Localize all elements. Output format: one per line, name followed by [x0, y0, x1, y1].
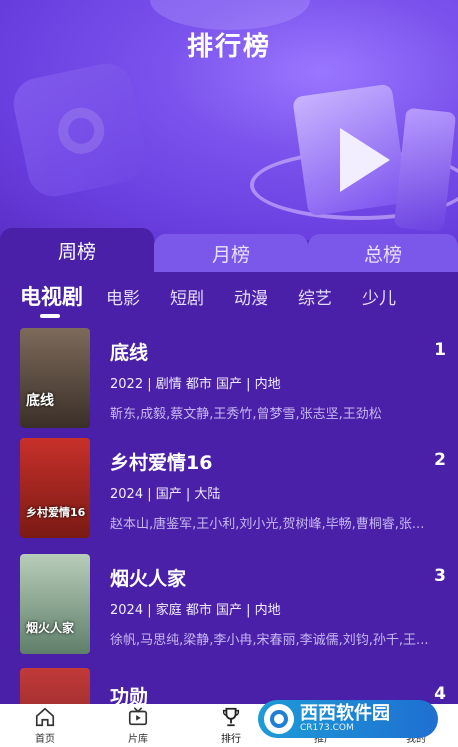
- active-tab-indicator: [40, 314, 60, 318]
- list-item[interactable]: 底线 底线 1 2022 | 剧情 都市 国产 | 内地 靳东,成毅,蔡文静,王…: [0, 328, 458, 438]
- item-cast: 靳东,成毅,蔡文静,王秀竹,曾梦雪,张志坚,王劲松: [110, 407, 382, 422]
- genre-tabs: 电视剧 电影 短剧 动漫 综艺 少儿: [0, 272, 458, 322]
- item-meta: 2024 | 国产 | 大陆: [110, 487, 221, 502]
- home-icon: [35, 707, 55, 727]
- list-item[interactable]: 乡村爱情16 乡村爱情16 2 2024 | 国产 | 大陆 赵本山,唐鉴军,王…: [0, 438, 458, 548]
- item-title: 底线: [110, 342, 149, 364]
- item-title: 乡村爱情16: [110, 452, 213, 474]
- ranking-content: 电视剧 电影 短剧 动漫 综艺 少儿 底线 底线 1 2022 | 剧情 都市 …: [0, 272, 458, 704]
- genre-tab-kids[interactable]: 少儿: [362, 284, 396, 309]
- item-title: 烟火人家: [110, 568, 187, 590]
- page-title: 排行榜: [186, 32, 271, 62]
- nav-home[interactable]: 首页: [5, 704, 85, 747]
- poster-image: [20, 668, 90, 704]
- list-item[interactable]: 烟火人家 烟火人家 3 2024 | 家庭 都市 国产 | 内地 徐帆,马思纯,…: [0, 554, 458, 664]
- genre-tab-anime[interactable]: 动漫: [234, 284, 268, 309]
- item-rank: 3: [434, 566, 446, 586]
- period-tabs: 周榜 月榜 总榜: [0, 228, 458, 272]
- list-item[interactable]: 功勋 4: [0, 668, 458, 704]
- item-rank: 2: [434, 450, 446, 470]
- hero-banner: 排行榜: [0, 0, 458, 240]
- tab-total[interactable]: 总榜: [308, 234, 458, 272]
- genre-tab-variety[interactable]: 综艺: [298, 284, 332, 309]
- poster-image: 底线: [20, 328, 90, 428]
- item-rank: 4: [434, 684, 446, 704]
- film-strip-icon: [393, 107, 457, 233]
- play-icon: [340, 128, 390, 192]
- tab-monthly[interactable]: 月榜: [154, 234, 308, 272]
- watermark-logo: 西西软件园 CR173.COM: [258, 700, 438, 738]
- tab-weekly[interactable]: 周榜: [0, 228, 154, 272]
- item-cast: 徐帆,马思纯,梁静,李小冉,宋春丽,李诚儒,刘钧,孙千,王...: [110, 633, 429, 648]
- genre-tab-short[interactable]: 短剧: [170, 284, 204, 309]
- watermark-logo-icon: [264, 704, 294, 734]
- tv-icon: [128, 707, 148, 726]
- item-title: 功勋: [110, 686, 149, 704]
- poster-image: 烟火人家: [20, 554, 90, 654]
- trophy-icon: [222, 707, 240, 727]
- nav-library[interactable]: 片库: [98, 704, 178, 747]
- item-rank: 1: [434, 340, 446, 360]
- poster-image: 乡村爱情16: [20, 438, 90, 538]
- item-meta: 2022 | 剧情 都市 国产 | 内地: [110, 377, 281, 392]
- genre-tab-movie[interactable]: 电影: [106, 284, 140, 309]
- genre-tab-tv[interactable]: 电视剧: [20, 281, 83, 311]
- camera-decor-icon: [8, 58, 152, 202]
- item-meta: 2024 | 家庭 都市 国产 | 内地: [110, 603, 281, 618]
- item-cast: 赵本山,唐鉴军,王小利,刘小光,贺树峰,毕畅,曹桐睿,张...: [110, 517, 425, 532]
